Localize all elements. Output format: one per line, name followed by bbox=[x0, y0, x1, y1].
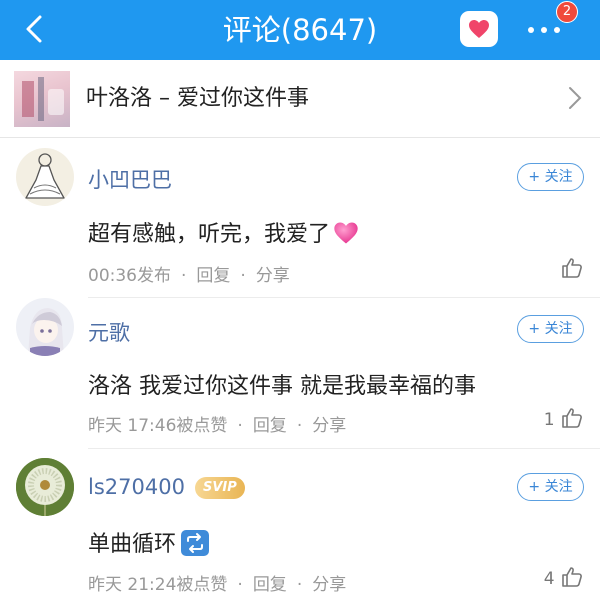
notification-badge: 2 bbox=[556, 1, 578, 23]
more-dots-icon bbox=[528, 27, 534, 33]
reply-button[interactable]: 回复 bbox=[253, 411, 287, 436]
comment-time: 00:36发布 bbox=[88, 266, 171, 286]
comment-text: 单曲循环 bbox=[88, 526, 210, 558]
username[interactable]: 元歌 bbox=[88, 317, 130, 347]
share-button[interactable]: 分享 bbox=[312, 411, 346, 436]
svip-badge: SVIP bbox=[194, 477, 245, 499]
pink-heart-emoji-icon bbox=[334, 222, 358, 244]
comment-text: 超有感触，听完，我爱了 bbox=[88, 216, 360, 248]
comment-item: 小凹巴巴 + 关注 超有感触，听完，我爱了 00:36发布 · 回复 · 分享 bbox=[0, 138, 600, 298]
thumbs-up-icon bbox=[562, 567, 582, 587]
song-title: 叶洛洛 – 爱过你这件事 bbox=[86, 86, 309, 111]
comment-meta: 00:36发布 · 回复 · 分享 bbox=[88, 261, 290, 286]
like-button[interactable]: 1 bbox=[544, 406, 584, 430]
like-button[interactable] bbox=[560, 256, 584, 280]
reply-button[interactable]: 回复 bbox=[253, 570, 287, 595]
comment-text: 洛洛 我爱过你这件事 就是我最幸福的事 bbox=[88, 374, 476, 399]
like-count: 1 bbox=[543, 410, 555, 430]
top-bar: 评论(8647) 2 bbox=[0, 0, 600, 60]
follow-button[interactable]: + 关注 bbox=[517, 163, 584, 191]
avatar[interactable] bbox=[16, 298, 74, 356]
song-row[interactable]: 叶洛洛 – 爱过你这件事 bbox=[0, 60, 600, 138]
like-button[interactable]: 4 bbox=[544, 565, 584, 589]
comment-item: 元歌 + 关注 洛洛 我爱过你这件事 就是我最幸福的事 昨天 17:46被点赞 ·… bbox=[0, 298, 600, 449]
comment-item: ls270400 SVIP + 关注 单曲循环 昨天 21:24被点赞 · 回复 · 分享… bbox=[0, 448, 600, 608]
comment-time: 昨天 21:24被点赞 bbox=[88, 575, 228, 595]
page-title: 评论(8647) bbox=[222, 13, 378, 47]
heart-icon bbox=[469, 20, 489, 38]
username[interactable]: 小凹巴巴 bbox=[88, 164, 172, 194]
comment-meta: 昨天 17:46被点赞 · 回复 · 分享 bbox=[88, 411, 346, 436]
avatar[interactable] bbox=[16, 458, 74, 516]
repeat-emoji-icon bbox=[181, 530, 210, 556]
follow-button[interactable]: + 关注 bbox=[517, 473, 584, 501]
reply-button[interactable]: 回复 bbox=[196, 261, 230, 286]
heart-button[interactable] bbox=[460, 11, 498, 47]
thumbs-up-icon bbox=[562, 408, 582, 428]
comment-meta: 昨天 21:24被点赞 · 回复 · 分享 bbox=[88, 570, 346, 595]
avatar[interactable] bbox=[16, 148, 74, 206]
song-cover-image bbox=[14, 71, 70, 127]
comment-time: 昨天 17:46被点赞 bbox=[88, 416, 228, 436]
share-button[interactable]: 分享 bbox=[256, 261, 290, 286]
share-button[interactable]: 分享 bbox=[312, 570, 346, 595]
thumbs-up-icon bbox=[562, 258, 582, 278]
username[interactable]: ls270400 SVIP bbox=[88, 475, 245, 499]
like-count: 4 bbox=[543, 569, 555, 589]
chevron-right-icon bbox=[569, 87, 582, 109]
follow-button[interactable]: + 关注 bbox=[517, 315, 584, 343]
